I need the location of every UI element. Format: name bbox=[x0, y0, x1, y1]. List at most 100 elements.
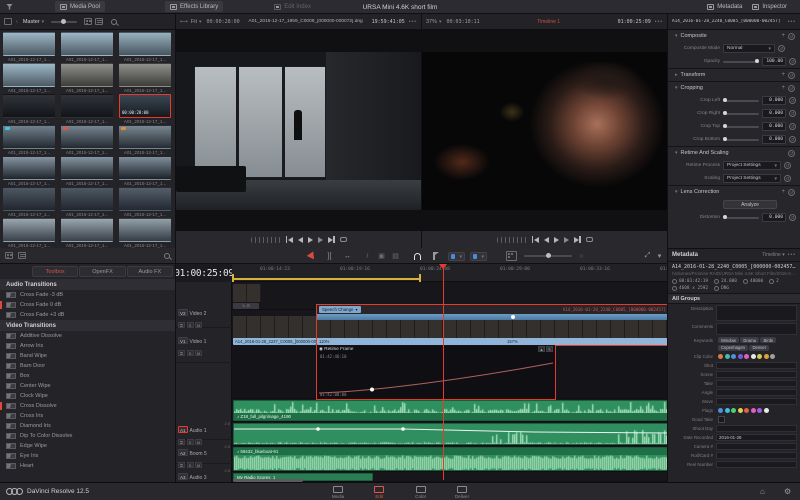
composite-mode-reset-icon[interactable]: ↺ bbox=[778, 45, 785, 52]
metadata-options-icon[interactable]: ••• bbox=[788, 252, 796, 258]
clip-color-color-dot[interactable] bbox=[725, 354, 730, 359]
video-transition-item[interactable]: Diamond Iris bbox=[0, 421, 175, 431]
out-point-marker[interactable] bbox=[419, 274, 421, 282]
composite-reset-icon[interactable]: ↺ bbox=[788, 33, 795, 40]
keyword-chip[interactable]: Copenhagen bbox=[718, 345, 748, 351]
clip-color-color-dot[interactable] bbox=[731, 354, 736, 359]
crop-slider[interactable] bbox=[723, 139, 759, 141]
select-tool[interactable] bbox=[306, 251, 317, 261]
project-manager-icon[interactable]: ⌂ bbox=[760, 487, 765, 496]
track-header[interactable]: A3Audio 32.0 ⚿ S M bbox=[176, 464, 232, 482]
page-button[interactable]: Color bbox=[403, 483, 439, 500]
skip-forward-button[interactable] bbox=[328, 236, 335, 243]
source-viewer[interactable] bbox=[176, 30, 422, 230]
media-pool-clip[interactable]: A01_2015-12-17_1... bbox=[3, 94, 57, 124]
thumb-size-slider[interactable] bbox=[51, 21, 77, 23]
audio-transition-item[interactable]: Cross Fade -3 dB bbox=[0, 290, 175, 300]
page-button[interactable]: Deliver bbox=[444, 483, 480, 500]
good-take-checkbox[interactable] bbox=[718, 416, 725, 423]
timeline-horizontal-scrollbar[interactable] bbox=[233, 479, 303, 482]
media-pool-clip[interactable]: A01_2015-12-17_1... bbox=[61, 156, 115, 186]
timeline-options-icon[interactable]: ••• bbox=[655, 19, 663, 25]
retime-dropdown[interactable]: Project Settings▾ bbox=[723, 161, 781, 170]
crop-reset-icon[interactable]: ↺ bbox=[789, 136, 796, 143]
inspector-options-icon[interactable]: ••• bbox=[788, 19, 796, 25]
playhead-marker[interactable] bbox=[439, 264, 447, 269]
speed-change-chip[interactable]: Speech Change▾ bbox=[319, 306, 361, 313]
video-transition-item[interactable]: Heart bbox=[0, 461, 175, 471]
bin-selector[interactable]: Master bbox=[23, 19, 40, 25]
trim-edit-tool[interactable]: ][ bbox=[324, 251, 335, 261]
track-mute-icon[interactable]: M bbox=[195, 350, 202, 356]
media-search-icon[interactable] bbox=[111, 19, 117, 25]
jog-control[interactable] bbox=[497, 237, 527, 243]
curve-mode-button[interactable]: ▲ bbox=[538, 346, 545, 352]
keyword-chip[interactable]: Birds bbox=[760, 337, 776, 343]
list-view-icon[interactable] bbox=[95, 18, 103, 25]
cropping-keyframe-icon[interactable]: + bbox=[781, 85, 785, 91]
razor-tool[interactable]: / bbox=[362, 251, 373, 261]
media-pool-button[interactable]: Media Pool bbox=[55, 1, 105, 12]
opacity-reset-icon[interactable]: ↺ bbox=[789, 58, 796, 65]
flags-color-dot[interactable] bbox=[764, 408, 769, 413]
v2-clip[interactable] bbox=[233, 284, 261, 302]
source-clip-name[interactable]: A01_2015-12-17_1959_C0009_[000000-000072… bbox=[240, 19, 372, 24]
media-pool-clip[interactable]: 00:00:28:00 A01_2015-12-17_1... bbox=[119, 94, 173, 124]
curve-edit-button[interactable]: ✎ bbox=[546, 346, 553, 352]
filter-icon[interactable] bbox=[6, 4, 13, 10]
crop-slider[interactable] bbox=[723, 113, 759, 115]
video-transition-item[interactable]: Dip To Color Dissolve bbox=[0, 431, 175, 441]
media-pool-clip[interactable]: A01_2015-12-17_1... bbox=[3, 218, 57, 248]
video-transition-item[interactable]: Arrow Iris bbox=[0, 341, 175, 351]
crop-reset-icon[interactable]: ↺ bbox=[789, 97, 796, 104]
track-badge[interactable]: V1 bbox=[178, 337, 188, 344]
metadata-scope-dropdown[interactable]: Timeline ▾ bbox=[762, 252, 785, 258]
media-pool-clip[interactable]: A01_2015-12-17_1... bbox=[119, 156, 173, 186]
media-pool-clip[interactable]: A01_2015-12-17_1... bbox=[61, 32, 115, 62]
media-pool-clip[interactable]: A01_2015-12-17_1... bbox=[61, 187, 115, 217]
lens-collapse-icon[interactable]: ▾ bbox=[675, 189, 678, 195]
track-header[interactable]: A2Boom 52.0 ⚿ S M bbox=[176, 440, 232, 464]
page-button[interactable]: Media bbox=[320, 483, 356, 500]
speed-keyframe[interactable] bbox=[511, 315, 515, 319]
field-input[interactable] bbox=[716, 380, 797, 387]
step-back-button[interactable] bbox=[544, 237, 549, 243]
composite-keyframe-icon[interactable]: + bbox=[781, 33, 785, 39]
keyword-chip[interactable]: Drama bbox=[740, 337, 759, 343]
curve-keyframe[interactable] bbox=[370, 388, 374, 392]
timeline-name-dropdown[interactable]: Timeline 1 bbox=[480, 19, 618, 25]
tab-openfx[interactable]: OpenFX bbox=[79, 266, 125, 277]
media-pool-clip[interactable]: A01_2015-12-17_1... bbox=[3, 32, 57, 62]
retime-dropdown[interactable]: Project Settings▾ bbox=[723, 174, 781, 183]
jog-control[interactable] bbox=[251, 237, 281, 243]
video-transition-item[interactable]: Cross Dissolve bbox=[0, 401, 175, 411]
crop-value[interactable]: 0.000 bbox=[762, 96, 786, 105]
a3-clip[interactable]: ♪ 59432_blueboat-91 bbox=[233, 447, 668, 471]
media-pool-clip[interactable]: A01_2015-12-17_1... bbox=[119, 32, 173, 62]
clip-color-color-dot[interactable] bbox=[757, 354, 762, 359]
audio-transition-item[interactable]: Cross Fade +3 dB bbox=[0, 310, 175, 320]
track-solo-icon[interactable]: S bbox=[187, 350, 194, 356]
step-back-button[interactable] bbox=[298, 237, 303, 243]
keyword-chip[interactable]: Window bbox=[718, 337, 739, 343]
retime-curve[interactable] bbox=[317, 355, 555, 399]
track-badge[interactable]: A3 bbox=[178, 473, 188, 480]
v1-clip-a[interactable]: A14_2016-01-28_2237_C0006_[000000-001132… bbox=[233, 316, 316, 345]
grid-view-icon[interactable] bbox=[84, 18, 92, 25]
zoom-reset-icon[interactable]: ○ bbox=[576, 251, 587, 261]
video-transition-item[interactable]: Edge Wipe bbox=[0, 441, 175, 451]
media-pool-clip[interactable]: A01_2015-12-17_1... bbox=[61, 125, 115, 155]
distortion-slider[interactable] bbox=[723, 217, 759, 219]
media-pool-clip[interactable]: A01_2015-12-17_1... bbox=[3, 156, 57, 186]
composite-mode-dropdown[interactable]: Normal▾ bbox=[723, 44, 775, 53]
flags-color-dot[interactable] bbox=[757, 408, 762, 413]
field-input[interactable] bbox=[716, 305, 797, 321]
transform-collapse-icon[interactable]: ▸ bbox=[675, 72, 678, 78]
flag-button[interactable] bbox=[428, 251, 439, 261]
media-pool-clip[interactable]: A01_2015-12-17_1... bbox=[61, 218, 115, 248]
timeline-extra-icon[interactable]: ⤢ bbox=[642, 251, 653, 261]
timeline-viewer[interactable] bbox=[422, 30, 668, 230]
flag-color-dropdown[interactable]: ▾ bbox=[448, 252, 465, 261]
video-transition-item[interactable]: Clock Wipe bbox=[0, 391, 175, 401]
crop-value[interactable]: 0.000 bbox=[762, 109, 786, 118]
